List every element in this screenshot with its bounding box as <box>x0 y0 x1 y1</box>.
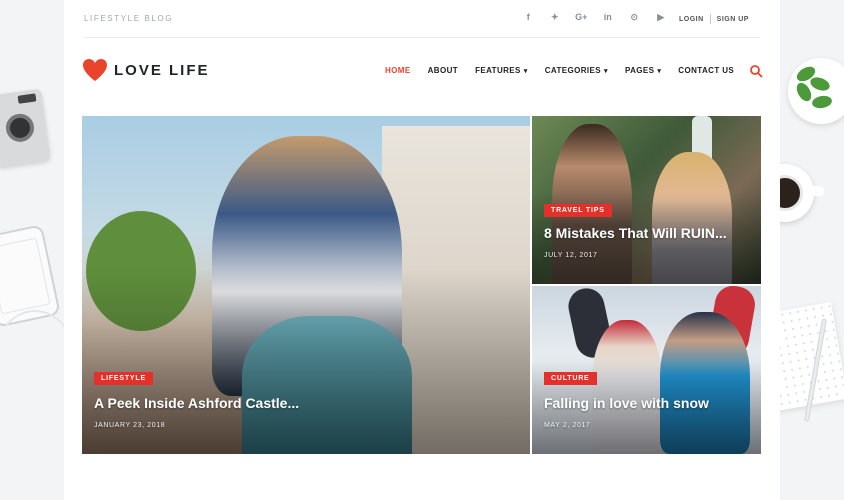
main-navigation: LOVE LIFE HOME ABOUT FEATURES ▾ CATEGORIE… <box>82 52 763 88</box>
twitter-icon[interactable]: ✦ <box>542 12 569 23</box>
login-link[interactable]: LOGIN <box>679 16 704 23</box>
nav-item-label: ABOUT <box>427 66 459 75</box>
nav-item-label: PAGES <box>624 66 655 75</box>
auth-links: LOGIN SIGN UP <box>679 14 749 24</box>
camera-decoration <box>0 88 51 168</box>
featured-post-bottom-right[interactable]: CULTURE Falling in love with snow MAY 2,… <box>532 286 761 454</box>
post-title[interactable]: Falling in love with snow <box>544 395 709 411</box>
nav-item-label: CONTACT US <box>678 66 735 75</box>
google-plus-icon[interactable]: G+ <box>568 12 595 23</box>
nav-item-pages[interactable]: PAGES ▾ <box>625 66 661 75</box>
nav-item-contact[interactable]: CONTACT US <box>678 66 734 75</box>
chevron-down-icon: ▾ <box>604 68 608 75</box>
post-date: JULY 12, 2017 <box>544 252 598 259</box>
tagline: LIFESTYLE BLOG <box>84 14 174 23</box>
post-date: MAY 2, 2017 <box>544 422 591 429</box>
chevron-down-icon: ▾ <box>657 68 662 75</box>
linkedin-icon[interactable]: in <box>595 12 622 23</box>
heart-icon <box>83 59 107 81</box>
category-badge[interactable]: CULTURE <box>544 372 597 385</box>
facebook-icon[interactable]: f <box>515 12 542 23</box>
social-links: f ✦ G+ in ⊙ ▶ <box>515 12 674 23</box>
nav-menu: HOME ABOUT FEATURES ▾ CATEGORIES ▾ PAGES ▾ … <box>385 66 751 75</box>
post-title[interactable]: 8 Mistakes That Will RUIN... <box>544 225 727 241</box>
post-date: JANUARY 23, 2018 <box>94 422 166 429</box>
nav-item-categories[interactable]: CATEGORIES ▾ <box>545 66 608 75</box>
plant-decoration <box>788 58 844 124</box>
post-title[interactable]: A Peek Inside Ashford Castle... <box>94 395 299 411</box>
featured-post-top-right[interactable]: TRAVEL TIPS 8 Mistakes That Will RUIN...… <box>532 116 761 284</box>
pinterest-icon[interactable]: ⊙ <box>621 12 648 23</box>
nav-item-label: CATEGORIES <box>544 66 602 75</box>
chevron-down-icon: ▾ <box>523 68 528 75</box>
site-name: LOVE LIFE <box>114 61 210 79</box>
site-logo[interactable]: LOVE LIFE <box>82 58 210 82</box>
signup-link[interactable]: SIGN UP <box>717 16 749 23</box>
search-icon[interactable] <box>749 64 763 78</box>
nav-item-label: FEATURES <box>475 66 521 75</box>
nav-item-features[interactable]: FEATURES ▾ <box>475 66 528 75</box>
blog-website: LIFESTYLE BLOG f ✦ G+ in ⊙ ▶ LOGIN SIGN … <box>64 0 780 500</box>
category-badge[interactable]: TRAVEL TIPS <box>544 204 612 217</box>
nav-item-about[interactable]: ABOUT <box>428 66 458 75</box>
auth-divider <box>709 14 711 24</box>
category-badge[interactable]: LIFESTYLE <box>94 372 153 385</box>
nav-item-label: HOME <box>385 66 411 75</box>
youtube-icon[interactable]: ▶ <box>648 12 675 23</box>
featured-post-large[interactable]: LIFESTYLE A Peek Inside Ashford Castle..… <box>82 116 530 454</box>
nav-item-home[interactable]: HOME <box>385 66 411 75</box>
